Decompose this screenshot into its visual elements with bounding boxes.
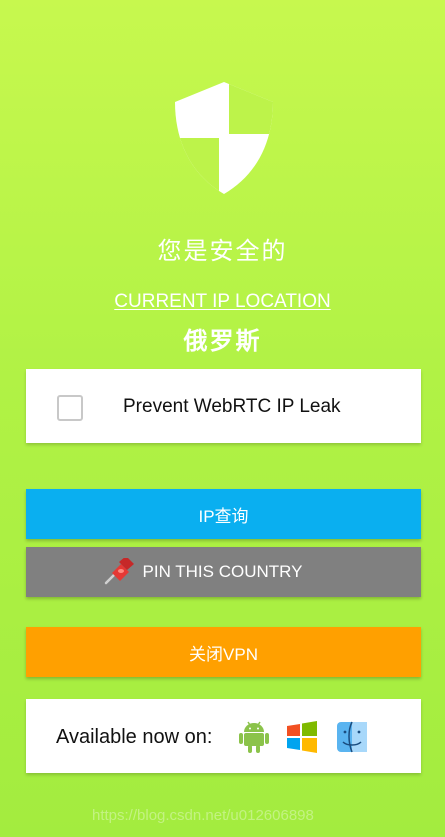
ip-lookup-label: IP查询: [198, 506, 249, 526]
pushpin-icon: [104, 558, 134, 585]
close-vpn-button[interactable]: 关闭VPN: [26, 627, 421, 677]
pin-country-button[interactable]: PIN THIS COUNTRY: [26, 547, 421, 597]
ip-lookup-button[interactable]: IP查询: [26, 489, 421, 539]
mac-finder-icon[interactable]: [335, 720, 369, 754]
webrtc-leak-card[interactable]: Prevent WebRTC IP Leak: [26, 369, 421, 443]
watermark: https://blog.csdn.net/u012606898: [92, 807, 314, 824]
security-status-text: 您是安全的: [157, 238, 288, 265]
webrtc-label: Prevent WebRTC IP Leak: [123, 396, 341, 417]
pin-country-label: PIN THIS COUNTRY: [142, 562, 303, 581]
platforms-card: Available now on:: [26, 699, 421, 773]
country-name: 俄罗斯: [183, 328, 262, 355]
platforms-label: Available now on:: [56, 726, 213, 748]
shield-icon: [175, 82, 273, 194]
windows-icon[interactable]: [285, 720, 319, 754]
current-ip-location-link[interactable]: CURRENT IP LOCATION: [0, 291, 445, 313]
webrtc-checkbox[interactable]: [57, 395, 83, 421]
android-icon[interactable]: [237, 720, 271, 754]
close-vpn-label: 关闭VPN: [189, 644, 258, 664]
